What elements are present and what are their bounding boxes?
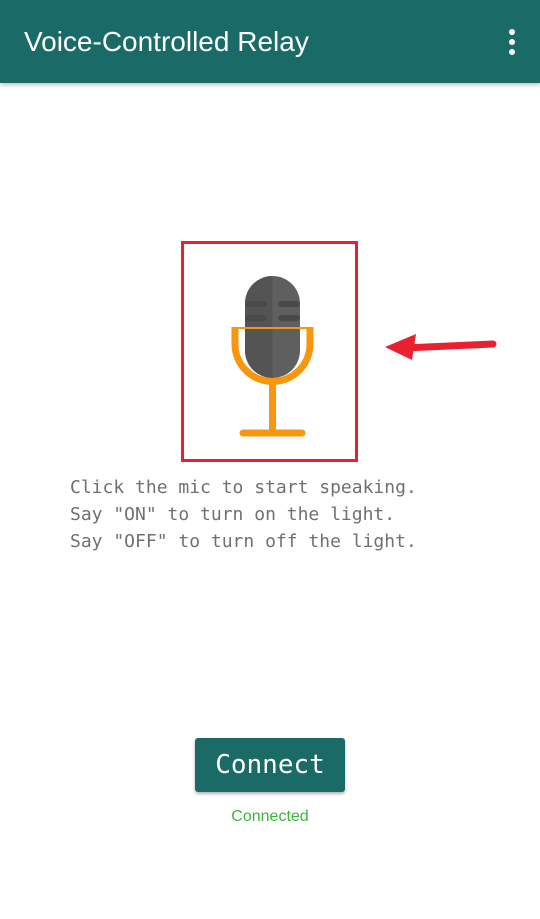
menu-dot — [509, 39, 515, 45]
arrow-head — [385, 334, 416, 360]
connect-button[interactable]: Connect — [195, 738, 345, 792]
mic-grille — [278, 301, 300, 307]
mic-grille — [245, 301, 267, 307]
mic-grille — [278, 315, 300, 321]
mic-grille — [245, 315, 267, 321]
left-arrow-icon — [385, 334, 497, 360]
instruction-line: Say "OFF" to turn off the light. — [70, 531, 417, 552]
more-vert-icon[interactable] — [498, 24, 526, 60]
menu-dot — [509, 49, 515, 55]
mic-button[interactable] — [181, 241, 358, 462]
connection-status: Connected — [231, 808, 309, 825]
app-bar: Voice-Controlled Relay — [0, 0, 540, 83]
instruction-line: Click the mic to start speaking. — [70, 477, 417, 498]
arrow-shaft — [401, 340, 497, 352]
instruction-line: Say "ON" to turn on the light. — [70, 504, 396, 525]
app-title: Voice-Controlled Relay — [24, 26, 309, 57]
microphone-icon — [231, 276, 314, 437]
menu-dot — [509, 29, 515, 35]
instructions-text: Click the mic to start speaking. Say "ON"… — [70, 474, 530, 555]
